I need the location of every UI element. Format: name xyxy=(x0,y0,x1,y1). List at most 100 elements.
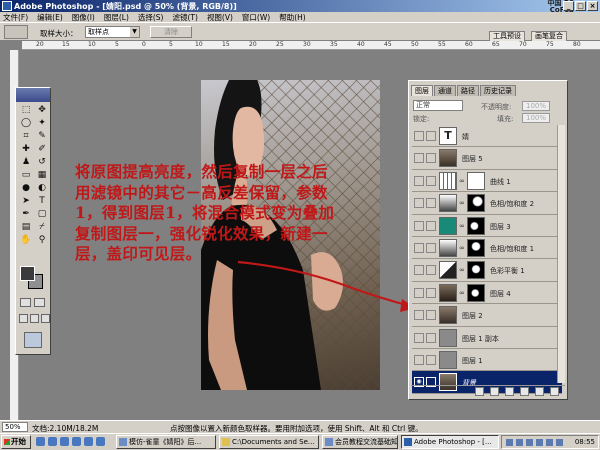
taskbar-item[interactable]: 模仿-雀童《婧阳》后... xyxy=(116,435,216,449)
magic-wand-tool-icon[interactable]: ✦ xyxy=(35,117,49,129)
menu-select[interactable]: 选择(S) xyxy=(138,12,164,23)
tray-icon[interactable] xyxy=(516,439,523,446)
lasso-tool-icon[interactable]: ◯ xyxy=(19,117,33,129)
jump-to-imageready-icon[interactable] xyxy=(24,332,42,348)
menu-filter[interactable]: 滤镜(T) xyxy=(173,12,198,23)
quick-launch-icon[interactable] xyxy=(72,437,81,446)
menu-view[interactable]: 视图(V) xyxy=(207,12,233,23)
link-toggle-icon[interactable] xyxy=(426,175,436,186)
opacity-input[interactable]: 100% xyxy=(522,101,550,111)
menu-file[interactable]: 文件(F) xyxy=(3,12,28,23)
zoom-input[interactable]: 50% xyxy=(2,422,28,432)
add-mask-icon[interactable] xyxy=(490,387,499,396)
visibility-toggle-icon[interactable] xyxy=(414,198,424,209)
link-toggle-icon[interactable] xyxy=(426,242,436,253)
layer-row[interactable]: ∞ 图层 3 xyxy=(412,214,562,237)
quick-mask-mode-icon[interactable] xyxy=(34,298,45,307)
visibility-toggle-icon[interactable] xyxy=(414,153,424,164)
start-button[interactable]: 开始 xyxy=(1,435,31,449)
full-screen-icon[interactable] xyxy=(41,314,50,323)
zoom-tool-icon[interactable]: ⚲ xyxy=(35,234,49,246)
link-toggle-icon[interactable] xyxy=(426,310,436,321)
layer-row[interactable]: 图层 1 副本 xyxy=(412,326,562,349)
taskbar-item-active[interactable]: Adobe Photoshop - [... xyxy=(401,435,499,449)
eraser-tool-icon[interactable]: ▭ xyxy=(19,169,33,181)
type-tool-icon[interactable]: T xyxy=(35,195,49,207)
quick-launch-icon[interactable] xyxy=(48,437,57,446)
layer-row[interactable]: ∞ 色彩平衡 1 xyxy=(412,259,562,282)
link-toggle-icon[interactable] xyxy=(426,332,436,343)
eyedropper-tool-preset-icon[interactable] xyxy=(4,25,28,39)
adjustment-layer-icon[interactable] xyxy=(520,387,529,396)
link-toggle-icon[interactable] xyxy=(426,354,436,365)
tray-icon[interactable] xyxy=(526,439,533,446)
tool-presets-tab[interactable]: 工具预设 xyxy=(489,31,525,41)
menu-image[interactable]: 图像(I) xyxy=(72,12,95,23)
notes-tool-icon[interactable]: ▤ xyxy=(19,221,33,233)
link-toggle-icon[interactable] xyxy=(426,287,436,298)
menu-help[interactable]: 帮助(H) xyxy=(279,12,306,23)
healing-brush-icon[interactable]: ✚ xyxy=(19,143,33,155)
eyedropper-tool-icon[interactable]: ⌿ xyxy=(35,221,49,233)
tab-paths[interactable]: 路径 xyxy=(457,85,479,96)
layer-row[interactable]: 图层 1 xyxy=(412,348,562,372)
visibility-toggle-icon[interactable] xyxy=(414,287,424,298)
pen-tool-icon[interactable]: ✒ xyxy=(19,208,33,220)
crop-tool-icon[interactable]: ⌗ xyxy=(19,130,33,142)
layer-style-icon[interactable] xyxy=(475,387,484,396)
history-brush-icon[interactable]: ↺ xyxy=(35,156,49,168)
tab-history[interactable]: 历史记录 xyxy=(480,85,516,96)
layer-row[interactable]: ∞ 图层 4 xyxy=(412,281,562,305)
layer-row[interactable]: ∞ 曲线 1 xyxy=(412,169,562,193)
toolbox-header[interactable] xyxy=(16,88,50,102)
shape-tool-icon[interactable]: ▢ xyxy=(35,208,49,220)
brush-presets-tab[interactable]: 画笔复合 xyxy=(531,31,567,41)
layer-row[interactable]: ∞ 色相/饱和度 2 xyxy=(412,192,562,215)
dodge-tool-icon[interactable]: ◐ xyxy=(35,182,49,194)
quick-launch-icon[interactable] xyxy=(60,437,69,446)
gradient-tool-icon[interactable]: ▦ xyxy=(35,169,49,181)
layer-row[interactable]: ∞ 色相/饱和度 1 xyxy=(412,236,562,260)
slice-tool-icon[interactable]: ✎ xyxy=(35,130,49,142)
link-toggle-icon[interactable] xyxy=(426,131,436,141)
menu-edit[interactable]: 编辑(E) xyxy=(37,12,63,23)
move-tool-icon[interactable]: ✥ xyxy=(35,104,49,116)
visibility-toggle-icon[interactable] xyxy=(414,265,424,276)
full-screen-menu-icon[interactable] xyxy=(30,314,39,323)
fill-input[interactable]: 100% xyxy=(522,113,550,123)
link-toggle-icon[interactable] xyxy=(426,265,436,276)
new-layer-icon[interactable] xyxy=(535,387,544,396)
link-toggle-icon[interactable] xyxy=(426,198,436,209)
tray-icon[interactable] xyxy=(546,439,553,446)
menu-window[interactable]: 窗口(W) xyxy=(242,12,270,23)
standard-screen-icon[interactable] xyxy=(19,314,28,323)
link-toggle-icon[interactable] xyxy=(426,220,436,231)
link-toggle-icon[interactable] xyxy=(426,153,436,164)
clear-button[interactable]: 清除 xyxy=(150,26,192,38)
visibility-toggle-icon[interactable] xyxy=(414,131,424,141)
trash-icon[interactable] xyxy=(550,387,559,396)
tray-icon[interactable] xyxy=(536,439,543,446)
close-button[interactable]: × xyxy=(587,1,598,11)
tray-icon[interactable] xyxy=(506,439,513,446)
quick-launch-icon[interactable] xyxy=(36,437,45,446)
volume-icon[interactable] xyxy=(556,439,563,446)
quick-launch-icon[interactable] xyxy=(96,437,105,446)
tab-layers[interactable]: 图层 xyxy=(411,85,433,96)
new-set-icon[interactable] xyxy=(505,387,514,396)
path-selection-icon[interactable]: ➤ xyxy=(19,195,33,207)
layer-row[interactable]: 图层 5 xyxy=(412,147,562,170)
brush-tool-icon[interactable]: ✐ xyxy=(35,143,49,155)
clone-stamp-icon[interactable]: ♟ xyxy=(19,156,33,168)
visibility-toggle-icon[interactable] xyxy=(414,242,424,253)
minimize-button[interactable]: _ xyxy=(563,1,574,11)
quick-launch-icon[interactable] xyxy=(84,437,93,446)
sample-size-select[interactable]: 取样点 ▼ xyxy=(85,26,140,38)
blend-mode-select[interactable]: 正常 xyxy=(413,100,463,111)
tab-channels[interactable]: 通道 xyxy=(434,85,456,96)
menu-layer[interactable]: 图层(L) xyxy=(104,12,129,23)
layer-row[interactable]: T 婧 xyxy=(412,125,562,148)
taskbar-item[interactable]: C:\Documents and Se... xyxy=(219,435,319,449)
foreground-color-swatch[interactable] xyxy=(20,266,35,281)
layer-row[interactable]: 图层 2 xyxy=(412,304,562,327)
